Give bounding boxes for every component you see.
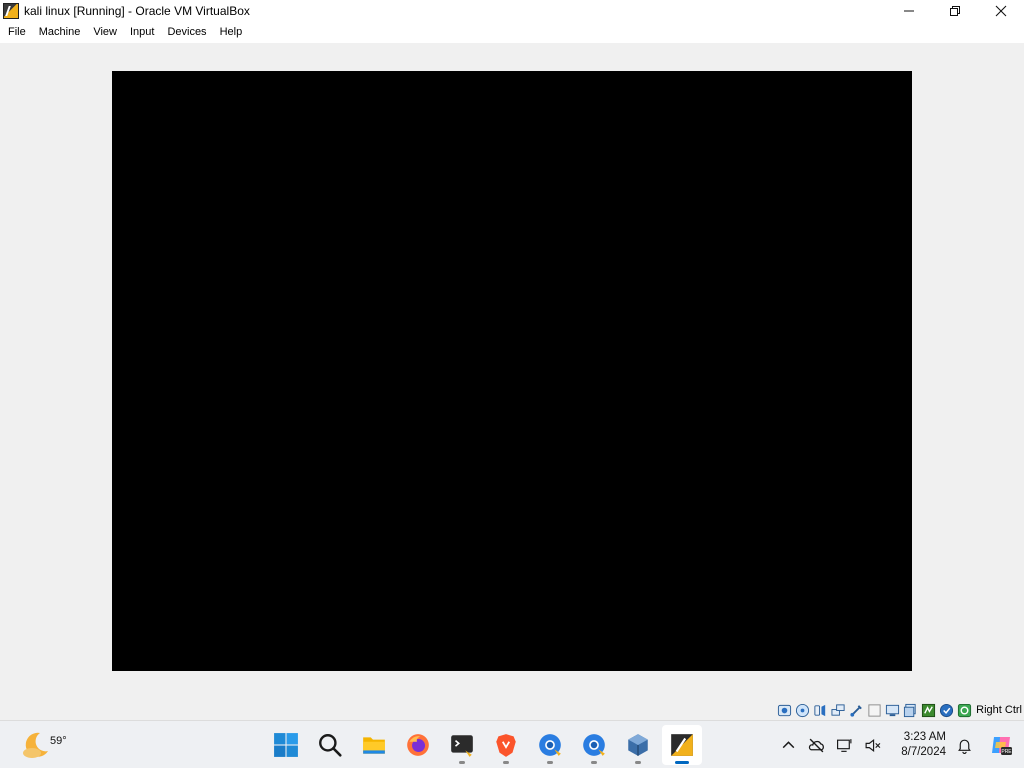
network-icon <box>836 738 851 752</box>
recording-icon[interactable] <box>902 702 919 719</box>
maximize-icon <box>950 6 960 16</box>
menu-view[interactable]: View <box>86 22 123 43</box>
copilot-icon: PRE <box>992 737 1012 755</box>
folder-icon <box>363 737 385 754</box>
virtualbox-icon <box>628 734 648 756</box>
clock-time: 3:23 AM <box>903 731 946 743</box>
close-button[interactable] <box>978 0 1024 22</box>
shared-folders-icon[interactable] <box>866 702 883 719</box>
copilot-button[interactable]: PRE <box>978 725 1024 765</box>
mouse-integration-icon[interactable] <box>938 702 955 719</box>
chrome-icon <box>583 734 605 756</box>
onedrive-offline-icon <box>808 738 824 752</box>
running-indicator <box>459 761 465 764</box>
keyboard-icon[interactable] <box>956 702 973 719</box>
bell-icon <box>957 739 971 754</box>
display-icon[interactable] <box>884 702 901 719</box>
network-status-button[interactable] <box>830 725 858 765</box>
show-hidden-icons-button[interactable] <box>774 725 802 765</box>
network-icon[interactable] <box>830 702 847 719</box>
minimize-button[interactable] <box>886 0 932 22</box>
window-controls <box>886 0 1024 22</box>
weather-temperature: 59° <box>50 735 67 747</box>
vm-display[interactable] <box>112 71 912 671</box>
virtualbox-button[interactable] <box>618 725 658 765</box>
running-indicator <box>547 761 553 764</box>
minimize-icon <box>904 10 914 12</box>
svg-text:PRE: PRE <box>1001 749 1012 755</box>
clock[interactable]: 3:23 AM 8/7/2024 <box>886 730 950 760</box>
menu-help[interactable]: Help <box>213 22 249 43</box>
file-explorer-button[interactable] <box>354 725 394 765</box>
menu-file[interactable]: File <box>1 22 32 43</box>
maximize-button[interactable] <box>932 0 978 22</box>
chrome-button-2[interactable] <box>574 725 614 765</box>
kali-vm-button[interactable] <box>662 725 702 765</box>
running-indicator <box>635 761 641 764</box>
weather-widget[interactable]: 59° <box>18 727 67 763</box>
notifications-button[interactable] <box>950 725 978 765</box>
search-icon <box>319 734 342 757</box>
usb-icon[interactable] <box>848 702 865 719</box>
taskbar: 59° 3:23 AM 8/7/2024 PRE <box>0 720 1024 768</box>
brave-button[interactable] <box>486 725 526 765</box>
kali-virtualbox-icon[interactable] <box>3 3 19 19</box>
system-tray: 3:23 AM 8/7/2024 PRE <box>774 721 1024 768</box>
terminal-button[interactable] <box>442 725 482 765</box>
optical-drive-icon[interactable] <box>794 702 811 719</box>
chrome-icon <box>539 734 561 756</box>
volume-button[interactable] <box>858 725 886 765</box>
taskbar-apps <box>266 725 702 765</box>
menu-bar: File Machine View Input Devices Help <box>0 22 1024 43</box>
running-indicator <box>503 761 509 764</box>
hard-disk-icon[interactable] <box>776 702 793 719</box>
kali-vm-icon <box>671 734 693 756</box>
volume-muted-icon <box>865 738 880 752</box>
vm-status-bar: Right Ctrl <box>776 700 1024 720</box>
windows-logo-icon <box>274 733 298 757</box>
window-title: kali linux [Running] - Oracle VM Virtual… <box>24 4 250 18</box>
cpu-icon[interactable] <box>920 702 937 719</box>
clock-date: 8/7/2024 <box>901 746 946 758</box>
chevron-up-icon <box>782 740 794 748</box>
close-icon <box>995 5 1007 17</box>
title-bar[interactable]: kali linux [Running] - Oracle VM Virtual… <box>0 0 1024 22</box>
search-button[interactable] <box>310 725 350 765</box>
running-indicator <box>591 761 597 764</box>
menu-input[interactable]: Input <box>123 22 160 43</box>
menu-devices[interactable]: Devices <box>160 22 212 43</box>
onedrive-button[interactable] <box>802 725 830 765</box>
firefox-button[interactable] <box>398 725 438 765</box>
active-indicator <box>675 761 689 764</box>
start-button[interactable] <box>266 725 306 765</box>
firefox-icon <box>407 734 429 756</box>
host-key-label: Right Ctrl <box>976 704 1022 716</box>
menu-machine[interactable]: Machine <box>32 22 87 43</box>
chrome-button-1[interactable] <box>530 725 570 765</box>
audio-icon[interactable] <box>812 702 829 719</box>
terminal-icon <box>451 735 473 757</box>
brave-icon <box>496 734 516 757</box>
